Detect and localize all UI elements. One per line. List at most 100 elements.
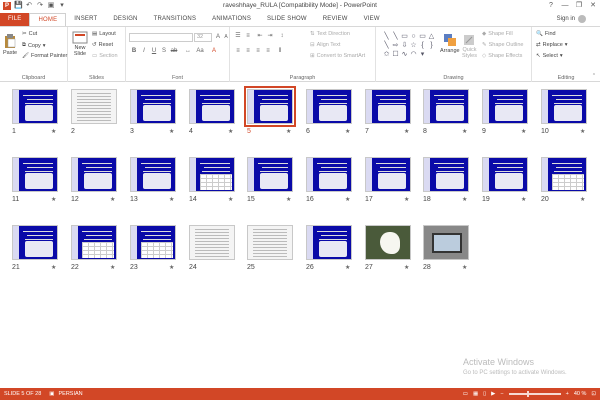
animation-star-icon[interactable]: ★: [404, 264, 409, 271]
line-shape-icon[interactable]: ╲: [391, 32, 400, 41]
reset-button[interactable]: ↺ Reset: [92, 42, 113, 48]
zoom-level[interactable]: 40 %: [574, 391, 587, 397]
animation-star-icon[interactable]: ★: [345, 264, 350, 271]
arrow-shape-icon[interactable]: ⇩: [400, 41, 409, 50]
tab-review[interactable]: REVIEW: [315, 13, 356, 26]
quick-styles-button[interactable]: Quick Styles: [462, 33, 477, 59]
decrease-indent-icon[interactable]: ⇤: [256, 32, 264, 40]
reading-view-icon[interactable]: ▯: [483, 391, 486, 397]
slide-thumbnail[interactable]: [130, 89, 176, 124]
slide-thumbnail[interactable]: [541, 157, 587, 192]
animation-star-icon[interactable]: ★: [228, 128, 233, 135]
slide-thumbnail[interactable]: [12, 225, 58, 260]
copy-button[interactable]: ⧉ Copy ▾: [22, 42, 46, 49]
shapes-gallery[interactable]: ╲ ╲ ▭ ○ ▭ △ ╲ ⇨ ⇩ ☆{} ✩ ☐ ∿ ◠ ▾: [382, 32, 436, 68]
arrow-shape-icon[interactable]: ⇨: [391, 41, 400, 50]
align-left-icon[interactable]: ≡: [234, 47, 242, 55]
slide-sorter-view-icon[interactable]: ▦: [473, 391, 478, 397]
slide-thumbnail[interactable]: [130, 225, 176, 260]
rectangle-shape-icon[interactable]: ▭: [418, 32, 427, 41]
brace-shape-icon[interactable]: {: [418, 41, 427, 50]
triangle-shape-icon[interactable]: △: [427, 32, 436, 41]
tab-insert[interactable]: INSERT: [66, 13, 105, 26]
animation-star-icon[interactable]: ★: [521, 196, 526, 203]
animation-star-icon[interactable]: ★: [169, 196, 174, 203]
increase-indent-icon[interactable]: ⇥: [266, 32, 274, 40]
undo-icon[interactable]: ↶: [25, 2, 33, 10]
italic-icon[interactable]: I: [140, 47, 148, 55]
animation-star-icon[interactable]: ★: [228, 196, 233, 203]
paste-button[interactable]: Paste: [3, 33, 17, 56]
zoom-slider[interactable]: [508, 391, 561, 397]
arc-shape-icon[interactable]: ◠: [409, 50, 418, 59]
slide-thumbnail[interactable]: [71, 89, 117, 124]
slide-thumbnail[interactable]: [247, 225, 293, 260]
sign-in-link[interactable]: Sign in: [557, 16, 575, 22]
shape-fill-button[interactable]: ◆ Shape Fill: [482, 31, 513, 37]
animation-star-icon[interactable]: ★: [286, 196, 291, 203]
slide-thumbnail[interactable]: [247, 157, 293, 192]
slide-thumbnail[interactable]: [130, 157, 176, 192]
zoom-out-button[interactable]: −: [500, 391, 503, 397]
columns-icon[interactable]: ⫴: [276, 47, 284, 55]
change-case-icon[interactable]: Aa: [196, 47, 204, 55]
slide-thumbnail[interactable]: [482, 89, 528, 124]
animation-star-icon[interactable]: ★: [345, 196, 350, 203]
convert-smartart-button[interactable]: ⊞ Convert to SmartArt: [310, 53, 365, 59]
char-spacing-icon[interactable]: ↔: [184, 47, 192, 55]
slide-thumbnail[interactable]: [244, 86, 296, 127]
slide-thumbnail[interactable]: [189, 89, 235, 124]
numbering-icon[interactable]: ≡: [244, 32, 252, 40]
language-indicator[interactable]: PERSIAN: [55, 391, 83, 397]
shape-outline-button[interactable]: ✎ Shape Outline: [482, 42, 523, 48]
format-painter-button[interactable]: 🖌 Format Painter: [22, 53, 67, 59]
align-center-icon[interactable]: ≡: [244, 47, 252, 55]
animation-star-icon[interactable]: ★: [51, 128, 56, 135]
font-size-input[interactable]: 32: [194, 33, 212, 42]
line-shape-icon[interactable]: ╲: [382, 41, 391, 50]
animation-star-icon[interactable]: ★: [521, 128, 526, 135]
arrange-button[interactable]: Arrange: [440, 33, 460, 54]
slide-thumbnail[interactable]: [306, 225, 352, 260]
restore-button[interactable]: ❐: [572, 0, 586, 12]
slide-thumbnail[interactable]: [12, 157, 58, 192]
strikethrough-icon[interactable]: ab: [170, 47, 178, 55]
slide-thumbnail[interactable]: [482, 157, 528, 192]
slide-thumbnail[interactable]: [365, 157, 411, 192]
tab-design[interactable]: DESIGN: [105, 13, 145, 26]
animation-star-icon[interactable]: ★: [404, 196, 409, 203]
animation-star-icon[interactable]: ★: [462, 128, 467, 135]
animation-star-icon[interactable]: ★: [345, 128, 350, 135]
find-button[interactable]: 🔍 Find: [536, 31, 556, 37]
animation-star-icon[interactable]: ★: [51, 264, 56, 271]
slide-thumbnail[interactable]: [423, 89, 469, 124]
text-direction-button[interactable]: ⇅ Text Direction: [310, 31, 350, 37]
shape-effects-button[interactable]: ◇ Shape Effects: [482, 53, 522, 59]
line-spacing-icon[interactable]: ↕: [278, 32, 286, 40]
close-button[interactable]: ✕: [586, 0, 600, 12]
animation-star-icon[interactable]: ★: [580, 196, 585, 203]
section-button[interactable]: ▭ Section: [92, 53, 118, 59]
shrink-font-icon[interactable]: A: [222, 33, 230, 41]
animation-star-icon[interactable]: ★: [110, 196, 115, 203]
slide-thumbnail[interactable]: [71, 225, 117, 260]
redo-icon[interactable]: ↷: [36, 2, 44, 10]
shadow-icon[interactable]: S: [160, 47, 168, 55]
justify-icon[interactable]: ≡: [264, 47, 272, 55]
bold-icon[interactable]: B: [130, 47, 138, 55]
curve-shape-icon[interactable]: ∿: [400, 50, 409, 59]
slide-thumbnail[interactable]: [365, 89, 411, 124]
font-name-input[interactable]: [129, 33, 193, 42]
tab-view[interactable]: VIEW: [356, 13, 388, 26]
tab-file[interactable]: FILE: [0, 13, 30, 26]
oval-shape-icon[interactable]: ○: [409, 32, 418, 41]
brace-shape-icon[interactable]: }: [427, 41, 436, 50]
grow-font-icon[interactable]: A: [214, 33, 222, 41]
tab-animations[interactable]: ANIMATIONS: [204, 13, 259, 26]
slide-thumbnail[interactable]: [306, 157, 352, 192]
animation-star-icon[interactable]: ★: [169, 264, 174, 271]
account-area[interactable]: Sign in: [557, 15, 586, 23]
align-text-button[interactable]: ⊟ Align Text: [310, 42, 340, 48]
slide-thumbnail[interactable]: [12, 89, 58, 124]
align-right-icon[interactable]: ≡: [254, 47, 262, 55]
